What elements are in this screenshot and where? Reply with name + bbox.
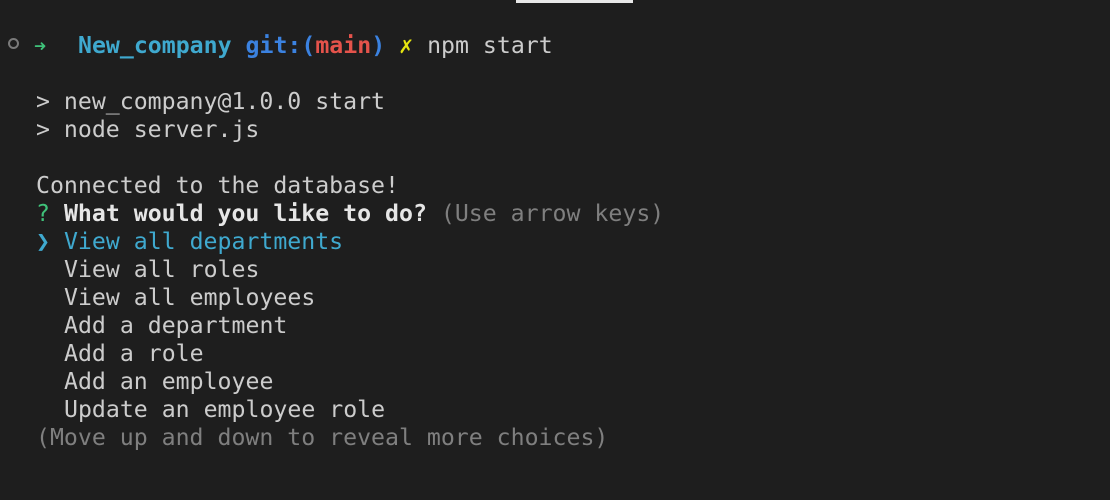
- menu-footer-hint: (Move up and down to reveal more choices…: [36, 424, 609, 451]
- npm-script-command: > node server.js: [36, 116, 260, 143]
- question-text: What would you like to do?: [63, 200, 427, 227]
- prompt-line: New_company git:(main) ✗ npm start: [78, 32, 553, 60]
- command-text: npm start: [427, 32, 553, 59]
- git-prefix: git:(: [245, 32, 316, 59]
- menu-choice-selected[interactable]: ❯ View all departments: [36, 228, 343, 256]
- menu-choice[interactable]: View all employees: [64, 284, 315, 312]
- menu-choice[interactable]: View all roles: [64, 256, 259, 284]
- question-mark-icon: ?: [36, 200, 50, 227]
- prompt-directory: New_company: [78, 32, 232, 59]
- window-top-indicator: [516, 0, 633, 3]
- command-status-circle-icon[interactable]: [8, 38, 19, 49]
- menu-choice[interactable]: Update an employee role: [64, 396, 385, 424]
- git-dirty-icon: ✗: [399, 32, 414, 59]
- prompt-arrow-icon: ➜: [34, 34, 47, 58]
- choice-label: View all departments: [63, 228, 344, 255]
- npm-script-line: > new_company@1.0.0 start: [36, 88, 386, 115]
- connected-message: Connected to the database!: [36, 172, 399, 199]
- git-suffix: ): [371, 32, 386, 59]
- question-line: ? What would you like to do? (Use arrow …: [36, 200, 664, 228]
- git-branch: main: [315, 32, 372, 59]
- menu-choice[interactable]: Add a department: [64, 312, 287, 340]
- menu-choice[interactable]: Add a role: [64, 340, 204, 368]
- question-hint: (Use arrow keys): [440, 200, 665, 227]
- menu-choice[interactable]: Add an employee: [64, 368, 273, 396]
- pointer-icon: ❯: [36, 228, 50, 255]
